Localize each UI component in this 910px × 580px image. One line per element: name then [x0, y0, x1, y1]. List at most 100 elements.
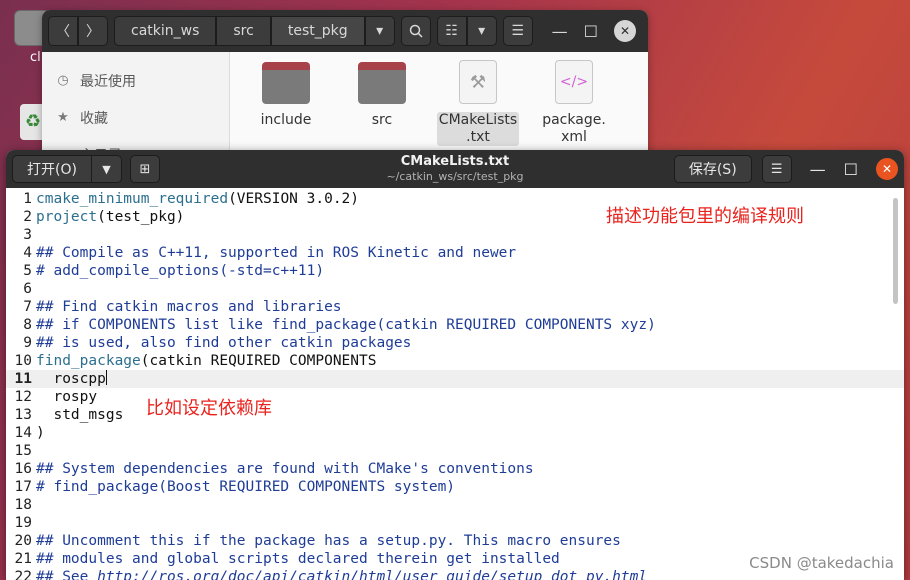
line-number: 19 — [14, 515, 32, 531]
line-number: 13 — [14, 407, 32, 423]
search-icon — [409, 24, 423, 38]
new-tab-button[interactable]: ⊞ — [129, 155, 160, 183]
back-button[interactable]: 〈 — [48, 16, 78, 46]
close-icon[interactable]: ✕ — [876, 158, 898, 180]
minimize-icon[interactable]: — — [552, 22, 568, 41]
line-number: 15 — [14, 443, 32, 459]
line-number: 20 — [14, 533, 32, 549]
new-document-icon: ⊞ — [139, 161, 151, 177]
view-toggle-group: ☷ ▾ — [436, 16, 497, 46]
chevron-down-icon: ▾ — [376, 23, 384, 39]
file-item-cmakelists[interactable]: ⚒ CMakeLists .txt — [436, 60, 520, 160]
chevron-left-icon: 〈 — [56, 24, 70, 40]
cmake-file-icon: ⚒ — [459, 60, 497, 104]
file-label: package. xml — [542, 112, 606, 145]
line-number: 4 — [23, 245, 32, 261]
code-line[interactable]: 5 # add_compile_options(-std=c++11) — [6, 262, 904, 280]
folder-icon — [358, 62, 406, 104]
folder-icon — [262, 62, 310, 104]
code-text: ## Find catkin macros and libraries — [36, 299, 342, 315]
chevron-down-icon: ▾ — [478, 23, 486, 39]
code-line[interactable]: 6 — [6, 280, 904, 298]
code-line[interactable]: 17 # find_package(Boost REQUIRED COMPONEN… — [6, 478, 904, 496]
list-view-button[interactable]: ☷ — [436, 16, 467, 46]
breadcrumb: catkin_ws src test_pkg ▾ — [114, 16, 395, 46]
line-number: 16 — [14, 461, 32, 477]
file-label: CMakeLists .txt — [436, 112, 520, 146]
code-line[interactable]: 15 — [6, 442, 904, 460]
code-line[interactable]: 16 ## System dependencies are found with … — [6, 460, 904, 478]
line-number: 12 — [14, 389, 32, 405]
code-text: ## is used, also find other catkin packa… — [36, 335, 412, 351]
search-button[interactable] — [400, 16, 431, 46]
file-manager-window: 〈 〉 catkin_ws src test_pkg ▾ ☷ ▾ ☰ — ☐ ✕… — [42, 10, 648, 160]
history-nav: 〈 〉 — [48, 16, 108, 46]
code-line[interactable]: 18 — [6, 496, 904, 514]
code-line[interactable]: 11 roscpp — [6, 370, 904, 388]
editor-menu-button[interactable]: ☰ — [761, 155, 792, 183]
file-item-include[interactable]: include — [250, 60, 322, 160]
forward-button[interactable]: 〉 — [78, 16, 108, 46]
code-line[interactable]: 7 ## Find catkin macros and libraries — [6, 298, 904, 316]
breadcrumb-catkin-ws[interactable]: catkin_ws — [114, 16, 217, 46]
view-options-button[interactable]: ▾ — [466, 16, 497, 46]
sidebar-item-starred[interactable]: ★ 收藏 — [42, 99, 229, 136]
file-label: include — [260, 112, 312, 128]
breadcrumb-src[interactable]: src — [216, 16, 271, 46]
open-button[interactable]: 打开(O) — [12, 155, 92, 183]
close-icon[interactable]: ✕ — [614, 20, 636, 42]
code-text: cmake_minimum_required — [36, 191, 229, 207]
code-text: rospy — [36, 389, 98, 405]
sidebar-item-label: 收藏 — [80, 110, 108, 127]
code-line[interactable]: 4 ## Compile as C++11, supported in ROS K… — [6, 244, 904, 262]
save-button[interactable]: 保存(S) — [673, 155, 752, 183]
code-editor[interactable]: 1 cmake_minimum_required (VERSION 3.0.2) 2 p… — [6, 188, 904, 580]
line-number: 9 — [23, 335, 32, 351]
breadcrumb-dropdown-button[interactable]: ▾ — [364, 16, 395, 46]
code-line[interactable]: 14) — [6, 424, 904, 442]
code-link[interactable]: http://ros.org/doc/api/catkin/html/user_… — [97, 568, 647, 580]
code-text: ## System dependencies are found with CM… — [36, 461, 534, 477]
file-manager-headerbar: 〈 〉 catkin_ws src test_pkg ▾ ☷ ▾ ☰ — ☐ ✕ — [42, 10, 648, 52]
line-number: 21 — [14, 551, 32, 567]
chevron-down-icon: ▼ — [102, 162, 111, 176]
code-text: project — [36, 209, 98, 225]
code-text: # find_package(Boost REQUIRED COMPONENTS… — [36, 479, 456, 495]
line-number: 5 — [23, 263, 32, 279]
code-line[interactable]: 10 find_package (catkin REQUIRED COMPONENT… — [6, 352, 904, 370]
sidebar-item-recent[interactable]: ◷ 最近使用 — [42, 62, 229, 99]
maximize-icon[interactable]: ☐ — [584, 22, 598, 41]
line-number: 22 — [14, 569, 32, 580]
file-item-package-xml[interactable]: </> package. xml — [538, 60, 610, 160]
code-text: (test_pkg) — [97, 209, 185, 225]
text-editor-window: 打开(O) ▼ ⊞ CMakeLists.txt ~/catkin_ws/src… — [6, 150, 904, 580]
list-view-icon: ☷ — [445, 23, 458, 39]
annotation-middle: 比如设定依赖库 — [146, 398, 272, 419]
code-text: (catkin REQUIRED COMPONENTS — [140, 353, 377, 369]
line-number: 18 — [14, 497, 32, 513]
code-text: (VERSION 3.0.2) — [228, 191, 360, 207]
breadcrumb-test-pkg[interactable]: test_pkg — [270, 16, 365, 46]
file-item-src[interactable]: src — [346, 60, 418, 160]
code-line[interactable]: 3 — [6, 226, 904, 244]
code-line[interactable]: 20 ## Uncomment this if the package has a… — [6, 532, 904, 550]
open-recent-dropdown[interactable]: ▼ — [91, 155, 122, 183]
annotation-top: 描述功能包里的编译规则 — [606, 206, 804, 227]
code-line[interactable]: 19 — [6, 514, 904, 532]
xml-file-icon: </> — [555, 60, 593, 104]
desktop-home-label: cl — [30, 50, 41, 65]
file-manager-menu-button[interactable]: ☰ — [502, 16, 533, 46]
code-line[interactable]: 12 rospy — [6, 388, 904, 406]
code-line[interactable]: 13 std_msgs — [6, 406, 904, 424]
line-number: 1 — [23, 191, 32, 207]
line-number: 2 — [23, 209, 32, 225]
code-text: ## Uncomment this if the package has a s… — [36, 533, 621, 549]
vertical-scrollbar[interactable] — [893, 198, 898, 304]
minimize-icon[interactable]: — — [810, 160, 826, 179]
sidebar-item-label: 最近使用 — [80, 73, 136, 90]
code-text: ## if COMPONENTS list like find_package(… — [36, 317, 656, 333]
maximize-icon[interactable]: ☐ — [844, 160, 858, 179]
code-line[interactable]: 8 ## if COMPONENTS list like find_package… — [6, 316, 904, 334]
line-number: 7 — [23, 299, 32, 315]
code-line[interactable]: 9 ## is used, also find other catkin pack… — [6, 334, 904, 352]
